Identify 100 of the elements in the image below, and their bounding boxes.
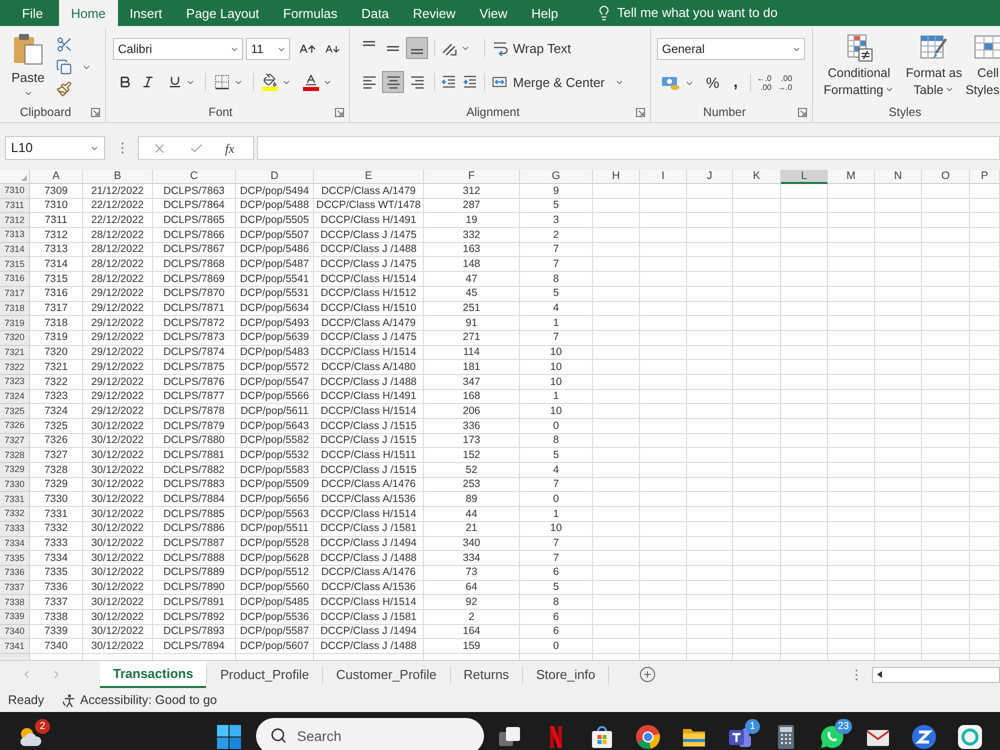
menu-tab[interactable]: Formulas — [271, 0, 350, 26]
italic-icon[interactable] — [141, 75, 155, 89]
number-format-combobox[interactable]: General — [657, 38, 805, 60]
row-header[interactable]: 7339 — [0, 610, 30, 625]
drag-handle-icon[interactable] — [855, 668, 858, 680]
column-header[interactable]: E — [314, 170, 424, 184]
row-header[interactable]: 7323 — [0, 374, 30, 390]
row-header[interactable]: 7328 — [0, 448, 30, 464]
percent-button[interactable]: % — [706, 76, 720, 90]
vertical-align-button[interactable] — [406, 37, 428, 59]
style-button[interactable]: Cell Styles — [965, 33, 1000, 96]
row-header[interactable]: 7336 — [0, 566, 30, 581]
font-color-icon[interactable] — [303, 73, 319, 91]
merge-center-button[interactable]: Merge & Center — [491, 71, 624, 93]
fill-color-icon[interactable] — [262, 73, 278, 91]
wrap-text-button[interactable]: Wrap Text — [492, 37, 572, 59]
column-header[interactable]: G — [520, 170, 593, 184]
column-header[interactable]: B — [83, 170, 153, 184]
row-header[interactable]: 7325 — [0, 404, 30, 419]
z-circle-icon[interactable] — [911, 724, 937, 750]
row-header[interactable]: 7338 — [0, 595, 30, 610]
menu-tab[interactable]: View — [467, 0, 520, 26]
row-header[interactable]: 7330 — [0, 478, 30, 492]
copy-icon[interactable] — [56, 59, 72, 75]
row-header[interactable]: 7341 — [0, 639, 30, 654]
insert-function-button[interactable]: fx — [225, 142, 234, 154]
browser-icon[interactable] — [635, 724, 661, 750]
decimal-button[interactable]: ←.0 .00 — [756, 74, 772, 92]
menu-tab[interactable]: Data — [349, 0, 401, 26]
row-header[interactable]: 7310 — [0, 184, 30, 199]
left-triangle-icon[interactable] — [877, 671, 882, 678]
sheet-tab[interactable]: Transactions — [100, 661, 206, 688]
column-header[interactable]: C — [153, 170, 236, 184]
style-button[interactable]: Format as Table — [903, 33, 965, 96]
sheet-tab[interactable]: Returns — [450, 661, 522, 688]
menu-tab[interactable]: Page Layout — [174, 0, 272, 26]
dialog-launcher-icon[interactable] — [335, 108, 344, 116]
row-header[interactable]: 7316 — [0, 272, 30, 287]
menu-tab[interactable]: Home — [58, 0, 118, 26]
column-header[interactable]: D — [236, 170, 314, 184]
column-header[interactable]: P — [970, 170, 1000, 184]
column-header[interactable]: N — [875, 170, 922, 184]
paste-button[interactable]: Paste — [8, 32, 48, 102]
column-header[interactable]: F — [424, 170, 520, 184]
bold-icon[interactable] — [118, 75, 132, 89]
row-header[interactable]: 7321 — [0, 346, 30, 360]
row-header[interactable]: 7335 — [0, 551, 30, 566]
font-name-combobox[interactable]: Calibri — [113, 38, 243, 60]
menu-tab[interactable]: File — [6, 0, 59, 26]
column-header[interactable]: I — [640, 170, 687, 184]
row-header[interactable]: 7315 — [0, 257, 30, 272]
column-header[interactable]: J — [687, 170, 733, 184]
borders-icon[interactable] — [214, 74, 230, 90]
horizontal-scrollbar[interactable] — [872, 666, 1000, 682]
row-header[interactable]: 7340 — [0, 624, 30, 640]
row-header[interactable]: 7318 — [0, 302, 30, 316]
row-header[interactable]: 7314 — [0, 242, 30, 258]
currency-icon[interactable] — [661, 75, 681, 91]
dialog-launcher-icon[interactable] — [798, 108, 807, 116]
row-header[interactable]: 7326 — [0, 419, 30, 434]
row-header[interactable]: 7311 — [0, 198, 30, 214]
horizontal-align-button[interactable] — [382, 71, 404, 93]
name-box[interactable]: L10 — [5, 136, 105, 160]
row-header[interactable]: 7313 — [0, 228, 30, 243]
accessibility-status[interactable]: Accessibility: Good to go — [80, 694, 218, 706]
paintbrush-icon[interactable] — [56, 81, 72, 97]
search-field[interactable]: Search — [256, 718, 484, 750]
row-header[interactable]: 7324 — [0, 390, 30, 404]
column-header[interactable]: L — [781, 170, 828, 184]
sheet-tab[interactable]: Store_info — [523, 661, 608, 688]
column-header[interactable]: O — [922, 170, 970, 184]
row-header[interactable]: 7332 — [0, 507, 30, 522]
decrease-indent-icon[interactable] — [441, 74, 457, 90]
shopping-bag-icon[interactable] — [589, 724, 615, 750]
sheet-tab[interactable]: Customer_Profile — [323, 661, 450, 688]
app-tile-icon[interactable] — [957, 724, 983, 750]
row-header[interactable]: 7333 — [0, 522, 30, 536]
menu-tab[interactable]: Help — [519, 0, 570, 26]
style-button[interactable]: Conditional Formatting — [815, 33, 903, 96]
row-header[interactable]: 7334 — [0, 536, 30, 552]
column-header[interactable]: M — [828, 170, 875, 184]
dialog-launcher-icon[interactable] — [636, 108, 645, 116]
sheet-tab[interactable]: Product_Profile — [207, 661, 322, 688]
row-header[interactable]: 7319 — [0, 316, 30, 331]
formula-input[interactable] — [257, 136, 1000, 160]
row-header[interactable]: 7327 — [0, 434, 30, 448]
increase-indent-icon[interactable] — [462, 74, 478, 90]
font-size-combobox[interactable]: 11 — [246, 38, 290, 60]
tell-me-field[interactable]: Tell me what you want to do — [617, 3, 818, 23]
row-header[interactable]: 7312 — [0, 213, 30, 228]
column-header[interactable]: H — [593, 170, 640, 184]
column-header[interactable]: A — [30, 170, 83, 184]
row-header[interactable]: 7322 — [0, 360, 30, 375]
row-header[interactable]: 7317 — [0, 286, 30, 302]
menu-tab[interactable]: Insert — [118, 0, 174, 26]
menu-tab[interactable]: Review — [400, 0, 468, 26]
row-header[interactable]: 7320 — [0, 330, 30, 346]
dialog-launcher-icon[interactable] — [91, 108, 100, 116]
comma-button[interactable]: , — [731, 75, 740, 91]
drag-handle-icon[interactable] — [121, 142, 124, 154]
